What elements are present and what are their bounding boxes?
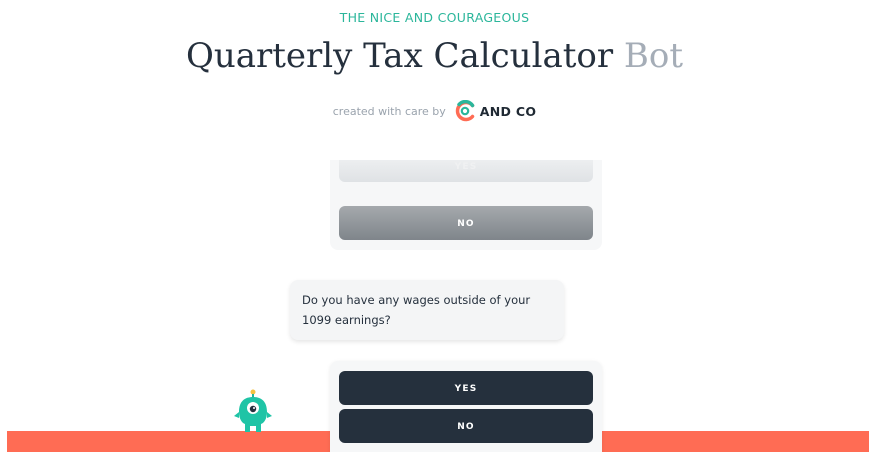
no-button[interactable]: NO	[339, 409, 593, 443]
previous-no-button[interactable]: NO	[339, 206, 593, 240]
page: THE NICE AND COURAGEOUS Quarterly Tax Ca…	[0, 0, 869, 452]
current-answer-card: YES NO	[330, 361, 602, 452]
mascot-monster-icon	[234, 389, 272, 432]
yes-button[interactable]: YES	[339, 371, 593, 405]
chat-thread: YES NO Do you have any wages outside of …	[0, 0, 869, 452]
bot-question-bubble: Do you have any wages outside of your 10…	[290, 280, 564, 340]
previous-yes-button[interactable]: YES	[339, 160, 593, 182]
previous-answer-card: YES NO	[330, 160, 602, 250]
